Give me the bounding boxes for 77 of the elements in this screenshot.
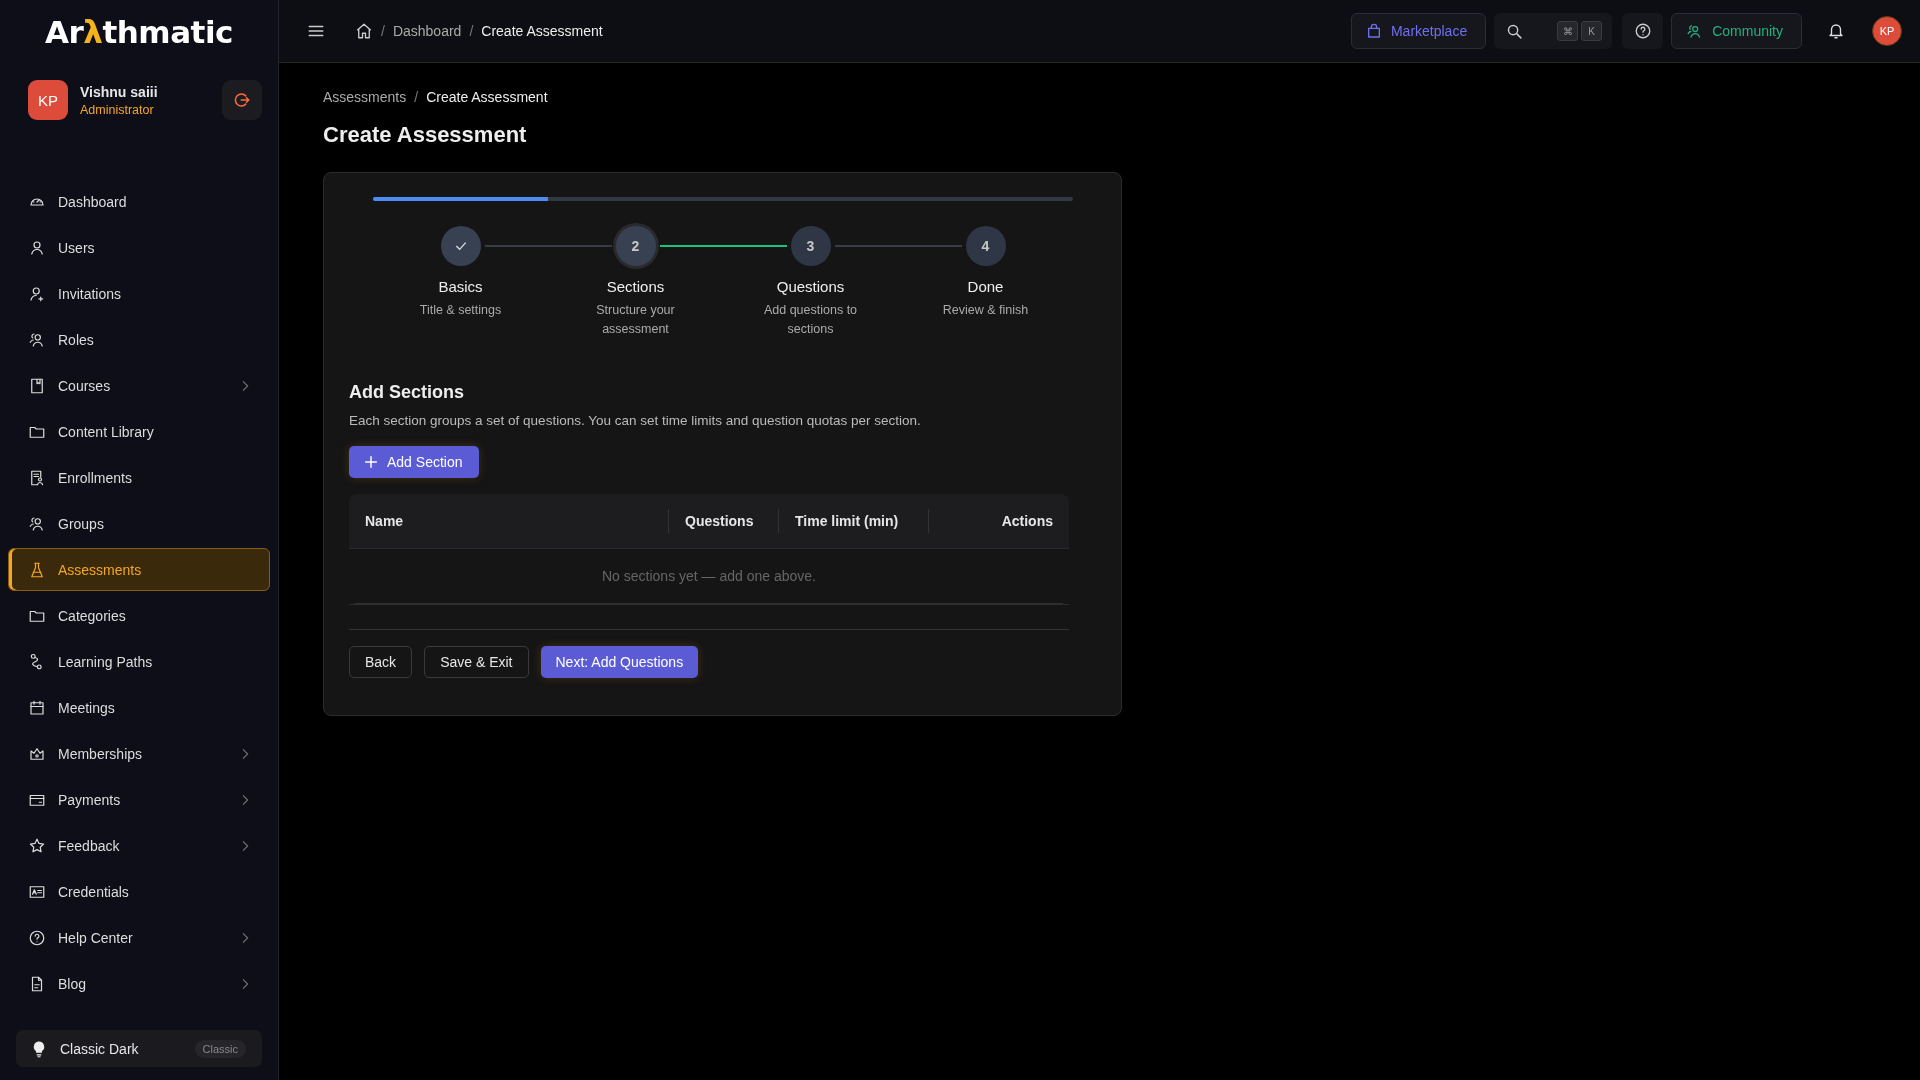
step-title: Basics bbox=[438, 278, 483, 295]
theme-switcher[interactable]: Classic Dark Classic bbox=[16, 1030, 262, 1067]
breadcrumb-link[interactable]: Dashboard bbox=[392, 23, 462, 39]
step-title: Questions bbox=[776, 278, 845, 295]
step-indicator: 2 bbox=[615, 226, 656, 266]
user-avatar: KP bbox=[28, 80, 68, 120]
home-icon[interactable] bbox=[355, 22, 373, 40]
user-name: Vishnu saiii bbox=[80, 83, 159, 100]
logo: Arλthmatic bbox=[45, 14, 233, 50]
sidebar-item[interactable]: Credentials bbox=[8, 870, 270, 913]
help-button[interactable] bbox=[1622, 13, 1664, 49]
sidebar-item[interactable]: Help Center bbox=[8, 916, 270, 959]
wizard-button[interactable]: Next: Add Questions bbox=[540, 646, 699, 678]
sidebar-item[interactable]: Courses bbox=[8, 364, 270, 407]
page-title: Create Assessment bbox=[323, 122, 527, 148]
breadcrumb-separator: / bbox=[381, 23, 385, 39]
sidebar-item[interactable]: Users bbox=[8, 226, 270, 269]
star-icon bbox=[28, 836, 46, 855]
user-avatar[interactable]: KP bbox=[1872, 16, 1902, 46]
book-icon bbox=[28, 376, 46, 395]
sidebar-item[interactable]: Enrollments bbox=[8, 456, 270, 499]
invite-icon bbox=[28, 284, 46, 303]
step-subtitle: Structure your assessment bbox=[595, 302, 676, 338]
user-icon bbox=[28, 238, 46, 257]
logout-icon bbox=[233, 91, 251, 109]
breadcrumb-link[interactable]: Assessments bbox=[323, 89, 407, 105]
column-header: Time limit (min) bbox=[778, 509, 928, 533]
people-icon bbox=[28, 514, 46, 533]
help-icon bbox=[1633, 22, 1652, 40]
column-header: Actions bbox=[928, 509, 1069, 533]
search-button[interactable]: ⌘ K bbox=[1494, 13, 1613, 49]
section-heading: Add Sections bbox=[349, 382, 465, 403]
wizard-button[interactable]: Back bbox=[349, 646, 413, 678]
sidebar-item[interactable]: Memberships bbox=[8, 732, 270, 775]
user-role: Administrator bbox=[80, 102, 155, 117]
section-description: Each section groups a set of questions. You can set time limits and question quotas per section. bbox=[349, 413, 922, 428]
wizard-button[interactable]: Save & Exit bbox=[424, 646, 529, 678]
step-title: Done bbox=[967, 278, 1004, 295]
step-subtitle: Review & finish bbox=[941, 302, 1030, 319]
flask-icon bbox=[28, 560, 46, 579]
plus-icon bbox=[363, 454, 379, 470]
breadcrumb-separator: / bbox=[469, 23, 474, 39]
step-title: Sections bbox=[606, 278, 665, 295]
shortcut-key: ⌘ bbox=[1557, 21, 1579, 41]
sidebar-item[interactable]: Groups bbox=[8, 502, 270, 545]
community-button[interactable]: Community bbox=[1671, 13, 1802, 49]
step-subtitle: Add questions to sections bbox=[762, 302, 859, 338]
calendar-icon bbox=[28, 698, 46, 717]
sidebar-item[interactable]: Dashboard bbox=[8, 180, 270, 223]
sidebar-item[interactable]: Invitations bbox=[8, 272, 270, 315]
breadcrumb-separator: / bbox=[414, 89, 419, 105]
sidebar-item[interactable]: Meetings bbox=[8, 686, 270, 729]
shortcut-key: K bbox=[1581, 21, 1603, 41]
help-icon bbox=[28, 928, 46, 947]
step-subtitle: Title & settings bbox=[418, 302, 503, 319]
sidebar-item[interactable]: Feedback bbox=[8, 824, 270, 867]
search-icon bbox=[1506, 22, 1524, 40]
step-indicator: 4 bbox=[965, 226, 1006, 266]
add-section-button[interactable]: Add Section bbox=[349, 446, 479, 478]
logout-button[interactable] bbox=[222, 80, 262, 120]
step-indicator: 3 bbox=[790, 226, 831, 266]
column-header: Questions bbox=[668, 509, 778, 533]
sidebar-item[interactable]: Assessments bbox=[8, 548, 270, 591]
column-header: Name bbox=[364, 512, 405, 531]
shopping-bag-icon bbox=[1365, 23, 1382, 39]
sidebar-item[interactable]: Content Library bbox=[8, 410, 270, 453]
sidebar-item[interactable]: Blog bbox=[8, 962, 270, 1005]
empty-message: No sections yet — add one above. bbox=[355, 549, 1063, 604]
sidebar-item[interactable]: Learning Paths bbox=[8, 640, 270, 683]
sidebar-item[interactable]: Payments bbox=[8, 778, 270, 821]
sidebar-item[interactable]: Categories bbox=[8, 594, 270, 637]
marketplace-button[interactable]: Marketplace bbox=[1350, 13, 1487, 49]
theme-badge: Classic bbox=[194, 1039, 246, 1058]
sidebar-item[interactable]: Roles bbox=[8, 318, 270, 361]
people-icon bbox=[28, 330, 46, 349]
enroll-icon bbox=[28, 468, 46, 487]
bell-icon[interactable] bbox=[1827, 22, 1845, 40]
